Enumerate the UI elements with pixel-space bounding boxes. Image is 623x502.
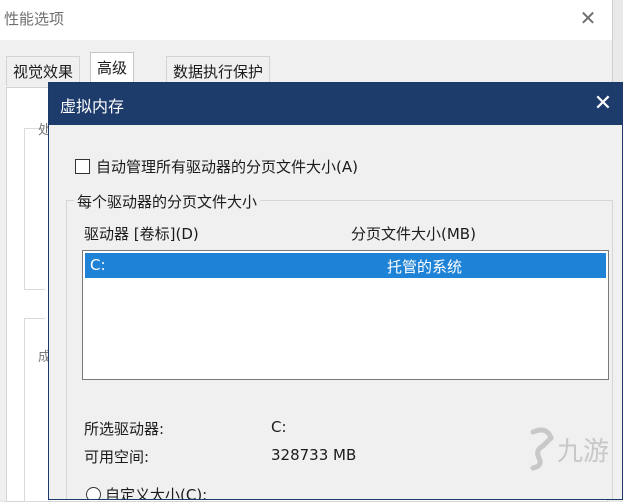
auto-manage-checkbox[interactable] xyxy=(75,158,90,174)
drive-listbox[interactable]: C: 托管的系统 xyxy=(82,250,609,380)
watermark-text: 九游 xyxy=(557,437,609,467)
column-header-size: 分页文件大小(MB) xyxy=(351,225,476,243)
close-icon[interactable]: ✕ xyxy=(574,4,602,32)
auto-manage-label: 自动管理所有驱动器的分页文件大小(A) xyxy=(96,157,358,176)
paging-file-size: 托管的系统 xyxy=(387,258,463,276)
custom-size-radio[interactable] xyxy=(86,487,101,499)
free-space-value: 328733 MB xyxy=(271,446,357,464)
list-item[interactable]: C: 托管的系统 xyxy=(85,253,606,278)
close-icon[interactable]: ✕ xyxy=(589,90,617,118)
paging-file-group-caption: 每个驱动器的分页文件大小 xyxy=(74,191,261,212)
custom-size-label: 自定义大小(C): xyxy=(105,486,208,500)
dialog-titlebar: 虚拟内存 ✕ xyxy=(49,83,622,125)
performance-options-titlebar: 性能选项 ✕ xyxy=(0,0,612,40)
column-header-drive: 驱动器 [卷标](D) xyxy=(84,225,199,243)
performance-options-title: 性能选项 xyxy=(4,10,65,28)
dialog-title: 虚拟内存 xyxy=(60,97,125,116)
drive-letter: C: xyxy=(90,256,106,274)
free-space-label: 可用空间: xyxy=(84,448,150,466)
watermark-logo: 九游 xyxy=(530,427,609,471)
custom-size-radio-row[interactable]: 自定义大小(C): xyxy=(86,484,208,500)
auto-manage-checkbox-row[interactable]: 自动管理所有驱动器的分页文件大小(A) xyxy=(75,156,358,176)
selected-drive-value: C: xyxy=(271,418,287,436)
processor-scheduling-group xyxy=(24,128,45,290)
selected-drive-label: 所选驱动器: xyxy=(84,420,165,438)
